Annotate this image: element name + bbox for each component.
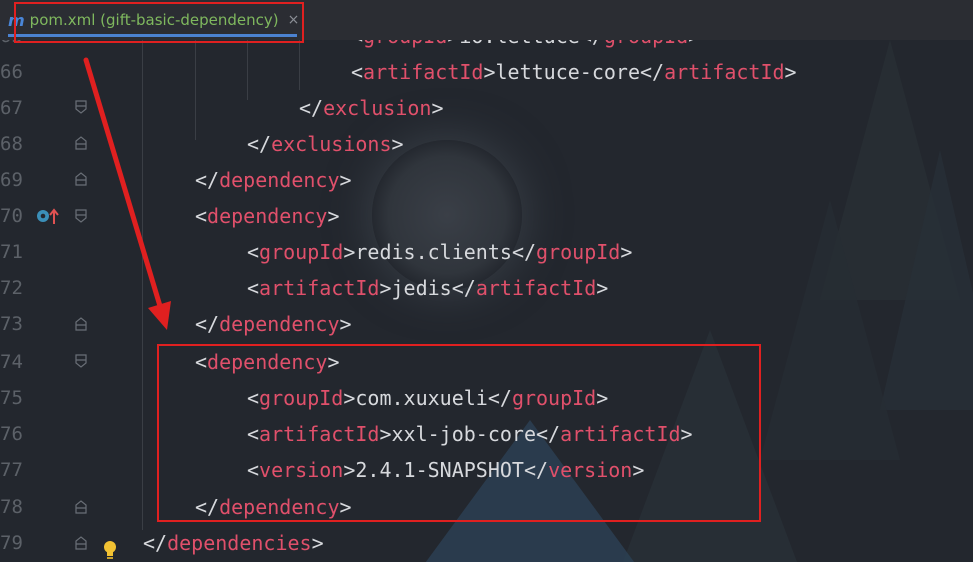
indent-guide <box>142 40 143 530</box>
fold-end-icon[interactable] <box>74 136 88 150</box>
overridden-method-icon[interactable] <box>36 207 60 227</box>
indent-guide <box>299 40 300 90</box>
line-number: 79 <box>0 532 23 554</box>
line-number: 70 <box>0 205 23 227</box>
indent-guide <box>195 40 196 140</box>
fold-end-icon[interactable] <box>74 100 88 114</box>
fold-end-icon[interactable] <box>74 172 88 186</box>
line-number: 72 <box>0 277 23 299</box>
fold-end-icon[interactable] <box>74 536 88 550</box>
code-line[interactable]: 67 </exclusion> <box>0 90 973 126</box>
intention-bulb-icon[interactable] <box>102 540 118 560</box>
line-number: 77 <box>0 459 23 481</box>
code-line[interactable]: 71 <groupId>redis.clients</groupId> <box>0 234 973 270</box>
code-text: </dependency> <box>195 168 352 192</box>
annotation-box-dependency <box>157 344 761 522</box>
code-line[interactable]: 79 </dependencies> <box>0 525 973 561</box>
code-line[interactable]: 66 <artifactId>lettuce-core</artifactId> <box>0 54 973 90</box>
line-number: 73 <box>0 313 23 335</box>
annotation-box-tab <box>14 2 304 43</box>
line-number: 71 <box>0 241 23 263</box>
code-text: <artifactId>jedis</artifactId> <box>247 276 609 300</box>
code-text: </exclusion> <box>299 96 444 120</box>
code-line[interactable]: 73 </dependency> <box>0 306 973 342</box>
fold-end-icon[interactable] <box>74 500 88 514</box>
line-number: 68 <box>0 133 23 155</box>
line-number: 78 <box>0 496 23 518</box>
line-number: 67 <box>0 97 23 119</box>
fold-start-icon[interactable] <box>74 209 88 223</box>
code-text: <dependency> <box>195 204 340 228</box>
line-number: 75 <box>0 387 23 409</box>
line-number: 66 <box>0 61 23 83</box>
line-number: 76 <box>0 423 23 445</box>
fold-end-icon[interactable] <box>74 317 88 331</box>
code-line[interactable]: 72 <artifactId>jedis</artifactId> <box>0 270 973 306</box>
code-text: </dependency> <box>195 312 352 336</box>
code-text: </dependencies> <box>143 531 324 555</box>
line-number: 69 <box>0 169 23 191</box>
code-text: <artifactId>lettuce-core</artifactId> <box>351 60 797 84</box>
indent-guide <box>247 40 248 100</box>
code-line[interactable]: 70 <dependency> <box>0 198 973 234</box>
code-line[interactable]: 68 </exclusions> <box>0 126 973 162</box>
code-text: <groupId>redis.clients</groupId> <box>247 240 633 264</box>
code-line[interactable]: 69 </dependency> <box>0 162 973 198</box>
line-number: 74 <box>0 351 23 373</box>
code-text: </exclusions> <box>247 132 404 156</box>
fold-start-icon[interactable] <box>74 354 88 368</box>
